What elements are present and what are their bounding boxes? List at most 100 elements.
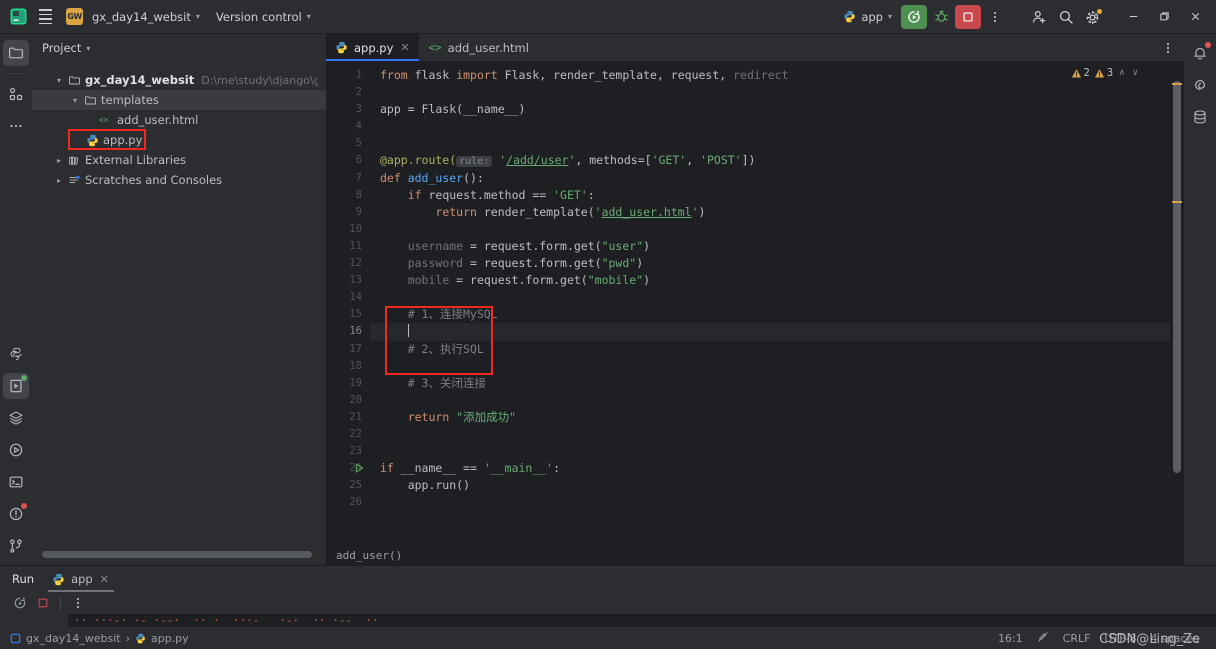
version-control-dropdown[interactable]: Version control ▾	[209, 7, 318, 27]
sidebar-item-database[interactable]	[1187, 104, 1213, 130]
tab-add-user-html[interactable]: <> add_user.html	[419, 34, 538, 61]
sidebar-item-problems[interactable]	[3, 501, 29, 527]
scrollbar-track[interactable]	[42, 551, 324, 558]
run-line-gutter-icon[interactable]	[354, 462, 365, 474]
run-config-label: app	[861, 9, 883, 24]
sidebar-item-run[interactable]	[3, 373, 29, 399]
warning-stripe-marker[interactable]	[1172, 83, 1182, 85]
scratch-icon	[66, 174, 82, 187]
line-number: 3	[355, 103, 362, 116]
close-icon[interactable]: ✕	[399, 41, 410, 54]
twisty-expanded-icon[interactable]: ▾	[68, 96, 82, 105]
sidebar-item-version-control[interactable]	[3, 533, 29, 559]
stop-button[interactable]	[955, 4, 981, 29]
stop-button[interactable]	[33, 593, 53, 613]
run-tab-app[interactable]: app ✕	[48, 566, 114, 592]
more-actions-button[interactable]	[982, 5, 1008, 29]
python-icon	[136, 633, 145, 643]
tab-app-py[interactable]: app.py ✕	[326, 34, 420, 61]
maximize-button[interactable]	[1149, 4, 1179, 30]
tree-node-project-root[interactable]: ▾ gx_day14_websit D:\me\study\django\gx_…	[32, 70, 326, 90]
run-button[interactable]	[901, 4, 927, 29]
editor-scrollbar-thumb[interactable]	[1173, 81, 1181, 473]
debug-button[interactable]	[928, 5, 954, 29]
sidebar-item-debug[interactable]	[3, 437, 29, 463]
status-file-label: app.py	[150, 631, 189, 645]
twisty-collapsed-icon[interactable]: ▸	[52, 176, 66, 185]
tree-node-templates[interactable]: ▾ templates	[32, 90, 326, 110]
sidebar-item-project[interactable]	[3, 40, 29, 66]
project-name-dropdown[interactable]: gx_day14_websit ▾	[85, 7, 207, 27]
editor-breadcrumb[interactable]: add_user()	[326, 545, 1184, 565]
more-vertical-icon	[994, 11, 996, 22]
run-console[interactable]: ·· ···-· ·- ·--· ·· · ···- ·-· ·· ·-- ··	[0, 614, 1216, 627]
minimize-button[interactable]	[1118, 4, 1148, 30]
warning-count-2[interactable]: 3	[1094, 67, 1113, 79]
scrollbar-thumb[interactable]	[42, 551, 312, 558]
folder-icon	[9, 47, 23, 59]
rerun-button[interactable]	[10, 593, 30, 613]
terminal-icon	[9, 476, 23, 488]
project-badge: GW	[66, 8, 83, 25]
code-text-area[interactable]: from flask import Flask, render_template…	[370, 61, 1170, 545]
folder-icon	[66, 74, 82, 87]
twisty-collapsed-icon[interactable]: ▸	[52, 156, 66, 165]
run-more-actions-button[interactable]	[68, 593, 88, 613]
line-separator[interactable]: CRLF	[1056, 632, 1098, 645]
tab-label: app.py	[354, 40, 394, 55]
sidebar-item-services[interactable]	[3, 405, 29, 431]
chevron-down-icon[interactable]: ▾	[86, 44, 90, 53]
right-tool-rail	[1184, 34, 1216, 565]
project-horizontal-scrollbar[interactable]	[32, 551, 326, 565]
account-button[interactable]	[1026, 5, 1052, 29]
line-number: 11	[349, 239, 362, 252]
line-number: 15	[349, 308, 362, 321]
sidebar-item-commit[interactable]	[3, 81, 29, 107]
indent-setting[interactable]: 4 spaces	[1144, 632, 1207, 645]
breadcrumb-separator: ›	[125, 631, 130, 645]
editor-tab-options-button[interactable]	[1158, 38, 1178, 58]
caret-position[interactable]: 16:1	[991, 632, 1030, 645]
run-configuration-selector[interactable]: app ▾	[838, 7, 900, 27]
previous-problem-icon[interactable]: ∧	[1117, 68, 1126, 78]
project-panel-title[interactable]: Project	[42, 41, 81, 55]
html-icon: <>	[98, 114, 114, 126]
writable-icon[interactable]	[1030, 631, 1056, 646]
folder-icon	[82, 94, 98, 107]
tree-node-app-py[interactable]: app.py	[32, 130, 326, 150]
code-editor[interactable]: 1 2 3 4 5 6 7 8 9 10 11 12 13 14 15 16 1	[326, 61, 1184, 545]
editor-error-stripe[interactable]	[1170, 61, 1184, 545]
tree-node-add-user-html[interactable]: <> add_user.html	[32, 110, 326, 130]
settings-button[interactable]	[1080, 5, 1106, 29]
warning-count-1[interactable]: 2	[1071, 67, 1090, 79]
tree-node-external-libraries[interactable]: ▸ External Libraries	[32, 150, 326, 170]
sidebar-item-more-tools[interactable]	[3, 113, 29, 139]
next-problem-icon[interactable]: ∨	[1131, 68, 1140, 78]
file-encoding[interactable]: UTF-8	[1097, 632, 1143, 645]
project-tree[interactable]: ▾ gx_day14_websit D:\me\study\django\gx_…	[32, 62, 326, 551]
line-number: 1	[355, 69, 362, 81]
close-button[interactable]	[1180, 4, 1210, 30]
sidebar-item-python-console[interactable]	[3, 341, 29, 367]
twisty-expanded-icon[interactable]: ▾	[52, 76, 66, 85]
run-tool-window: Run app ✕ ·· ···-· ·- ·--· ·· · ···- ·-·…	[0, 565, 1216, 627]
run-panel-toolbar	[0, 592, 1216, 614]
tree-node-scratches[interactable]: ▸ Scratches and Consoles	[32, 170, 326, 190]
inspection-widget[interactable]: 2 3 ∧ ∨	[1071, 67, 1141, 79]
line-number: 2	[355, 86, 362, 99]
status-breadcrumb[interactable]: gx_day14_websit › app.py	[10, 632, 189, 645]
sidebar-item-ai-assistant[interactable]	[1187, 72, 1213, 98]
sidebar-item-terminal[interactable]	[3, 469, 29, 495]
spiral-icon	[1195, 80, 1206, 90]
svg-text:<>: <>	[99, 116, 109, 125]
warning-stripe-marker[interactable]	[1172, 201, 1182, 203]
editor-gutter[interactable]: 1 2 3 4 5 6 7 8 9 10 11 12 13 14 15 16 1	[326, 61, 370, 545]
sidebar-item-notifications[interactable]	[1187, 40, 1213, 66]
breadcrumb-label: add_user()	[336, 548, 403, 562]
main-menu-button[interactable]	[32, 5, 58, 29]
search-everywhere-button[interactable]	[1053, 5, 1079, 29]
close-icon[interactable]: ✕	[99, 573, 110, 586]
